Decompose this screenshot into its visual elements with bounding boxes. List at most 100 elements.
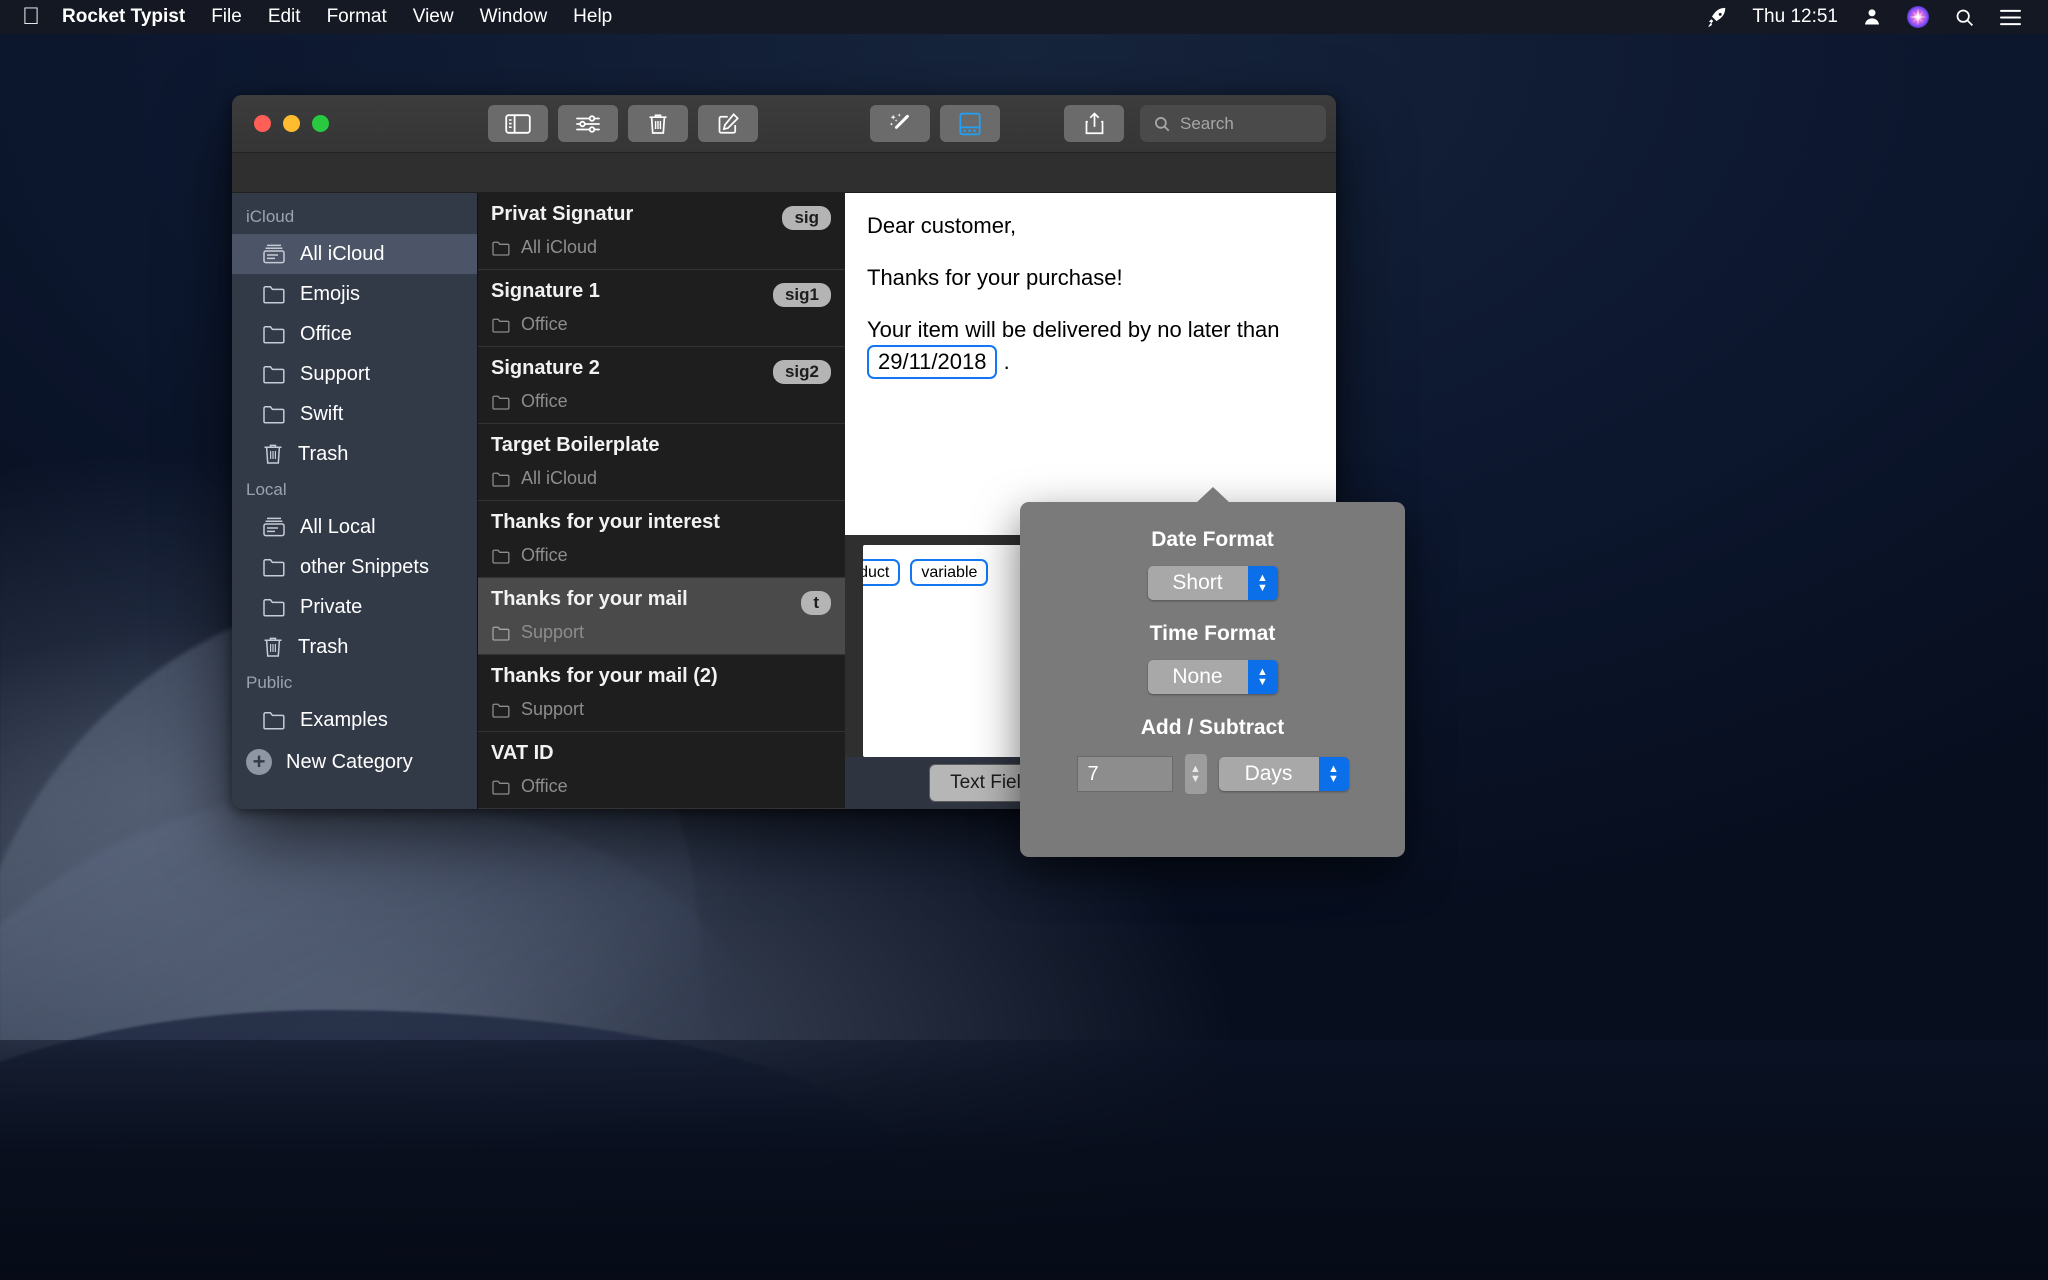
chevron-updown-icon[interactable]: ▲ ▼ bbox=[1318, 757, 1349, 791]
product-token[interactable]: product bbox=[863, 559, 901, 587]
all-snippets-icon bbox=[262, 516, 286, 538]
snippet-title: Target Boilerplate bbox=[491, 434, 660, 456]
folder-icon bbox=[491, 702, 511, 718]
user-account-icon[interactable] bbox=[1862, 7, 1882, 27]
date-format-value: Short bbox=[1147, 566, 1248, 600]
sidebar-item-label: All iCloud bbox=[300, 242, 385, 265]
menu-app-name[interactable]: Rocket Typist bbox=[62, 6, 185, 28]
sidebar-toggle-button[interactable] bbox=[488, 105, 548, 142]
menu-bar-clock[interactable]: Thu 12:51 bbox=[1752, 6, 1838, 28]
control-center-icon[interactable] bbox=[1999, 8, 2022, 27]
snippet-folder: Office bbox=[488, 776, 845, 797]
sidebar-item-label: Swift bbox=[300, 402, 344, 425]
sidebar-item-support[interactable]: Support bbox=[232, 354, 477, 394]
list-item[interactable]: Thanks for your interest Office bbox=[478, 501, 845, 578]
sidebar-item-all-local[interactable]: All Local bbox=[232, 507, 477, 547]
list-item[interactable]: Thanks for your mail Support t bbox=[478, 578, 845, 655]
menu-item-format[interactable]: Format bbox=[327, 6, 387, 28]
snippet-folder: All iCloud bbox=[488, 468, 845, 489]
maximize-button[interactable] bbox=[312, 115, 329, 132]
unit-select[interactable]: Days ▲ ▼ bbox=[1218, 757, 1349, 791]
snippet-abbreviation-badge: sig2 bbox=[772, 360, 831, 384]
new-category-button[interactable]: + New Category bbox=[232, 740, 477, 784]
sidebar-item-trash-icloud[interactable]: Trash bbox=[232, 434, 477, 474]
menu-item-help[interactable]: Help bbox=[573, 6, 612, 28]
doc-period: . bbox=[1003, 348, 1010, 374]
snippet-folder-label: Office bbox=[521, 776, 568, 796]
folder-icon bbox=[262, 284, 286, 304]
menu-item-view[interactable]: View bbox=[413, 6, 454, 28]
sidebar-item-other-snippets[interactable]: other Snippets bbox=[232, 547, 477, 587]
time-format-value: None bbox=[1147, 660, 1248, 694]
date-format-select[interactable]: Short ▲ ▼ bbox=[1147, 566, 1278, 600]
search-input[interactable]: Search bbox=[1140, 105, 1326, 142]
list-item[interactable]: Signature 2 Office sig2 bbox=[478, 347, 845, 424]
new-category-label: New Category bbox=[286, 750, 413, 773]
siri-icon[interactable] bbox=[1906, 5, 1930, 29]
folder-icon bbox=[491, 317, 511, 333]
magic-wand-icon bbox=[888, 112, 912, 136]
doc-line-delivery-text: Your item will be delivered by no later … bbox=[867, 316, 1280, 342]
sidebar-item-label: other Snippets bbox=[300, 555, 429, 578]
apple-logo-icon[interactable]:  bbox=[22, 5, 40, 29]
folder-icon bbox=[262, 710, 286, 730]
folder-icon bbox=[491, 240, 511, 256]
secondary-toolbar bbox=[232, 153, 1336, 193]
sidebar-item-trash-local[interactable]: Trash bbox=[232, 627, 477, 667]
trash-icon bbox=[262, 636, 284, 658]
doc-line-thanks: Thanks for your purchase! bbox=[867, 264, 1123, 290]
sidebar-item-office[interactable]: Office bbox=[232, 314, 477, 354]
folder-icon bbox=[491, 625, 511, 641]
list-item[interactable]: Signature 1 Office sig1 bbox=[478, 270, 845, 347]
list-item[interactable]: Privat Signatur All iCloud sig bbox=[478, 193, 845, 270]
sidebar-item-label: Trash bbox=[298, 635, 349, 658]
menu-item-edit[interactable]: Edit bbox=[268, 6, 301, 28]
sidebar-item-swift[interactable]: Swift bbox=[232, 394, 477, 434]
amount-stepper[interactable]: ▲ ▼ bbox=[1184, 754, 1207, 794]
plus-circle-icon: + bbox=[246, 749, 272, 775]
time-format-select[interactable]: None ▲ ▼ bbox=[1147, 660, 1278, 694]
minimize-button[interactable] bbox=[283, 115, 300, 132]
sidebar-item-all-icloud[interactable]: All iCloud bbox=[232, 234, 477, 274]
snippet-content-area[interactable]: Dear customer, Thanks for your purchase!… bbox=[845, 193, 1336, 535]
folder-icon bbox=[262, 364, 286, 384]
compose-button[interactable] bbox=[698, 105, 758, 142]
variable-token[interactable]: variable bbox=[910, 559, 989, 587]
magic-button[interactable] bbox=[870, 105, 930, 142]
list-item[interactable]: Thanks for your mail (2) Support bbox=[478, 655, 845, 732]
sidebar-item-private[interactable]: Private bbox=[232, 587, 477, 627]
keyboard-form-icon bbox=[959, 112, 981, 136]
rocket-icon[interactable] bbox=[1706, 6, 1728, 28]
list-item[interactable]: Target Boilerplate All iCloud bbox=[478, 424, 845, 501]
trash-icon bbox=[262, 443, 284, 465]
search-icon bbox=[1153, 115, 1171, 133]
time-format-label: Time Format bbox=[1149, 622, 1276, 645]
sidebar-item-emojis[interactable]: Emojis bbox=[232, 274, 477, 314]
amount-input[interactable]: 7 bbox=[1076, 756, 1173, 792]
macos-menu-bar:  Rocket Typist File Edit Format View Wi… bbox=[0, 0, 2048, 34]
delete-button[interactable] bbox=[628, 105, 688, 142]
date-token[interactable]: 29/11/2018 bbox=[867, 344, 998, 380]
snippet-folder: Support bbox=[488, 622, 845, 643]
list-item[interactable]: VAT ID Office bbox=[478, 732, 845, 809]
share-button[interactable] bbox=[1064, 105, 1124, 142]
folder-icon bbox=[491, 471, 511, 487]
sidebar-section-local-header: Local bbox=[246, 480, 287, 499]
snippet-folder: Office bbox=[488, 391, 845, 412]
settings-button[interactable] bbox=[558, 105, 618, 142]
keyboard-form-button[interactable] bbox=[940, 105, 1000, 142]
search-icon[interactable] bbox=[1954, 7, 1975, 28]
close-button[interactable] bbox=[254, 115, 271, 132]
sidebar-item-examples[interactable]: Examples bbox=[232, 700, 477, 740]
sidebar-section-icloud-header: iCloud bbox=[246, 207, 295, 226]
chevron-updown-icon[interactable]: ▲ ▼ bbox=[1247, 660, 1278, 694]
folder-icon bbox=[262, 597, 286, 617]
snippet-abbreviation-badge: sig bbox=[782, 206, 831, 230]
menu-item-file[interactable]: File bbox=[211, 6, 242, 28]
menu-item-window[interactable]: Window bbox=[480, 6, 548, 28]
chevron-updown-icon[interactable]: ▲ ▼ bbox=[1247, 566, 1278, 600]
folder-icon bbox=[491, 548, 511, 564]
sidebar-item-label: Support bbox=[300, 362, 371, 385]
sidebar-item-label: Trash bbox=[298, 442, 349, 465]
sidebar-item-label: Emojis bbox=[300, 282, 361, 305]
